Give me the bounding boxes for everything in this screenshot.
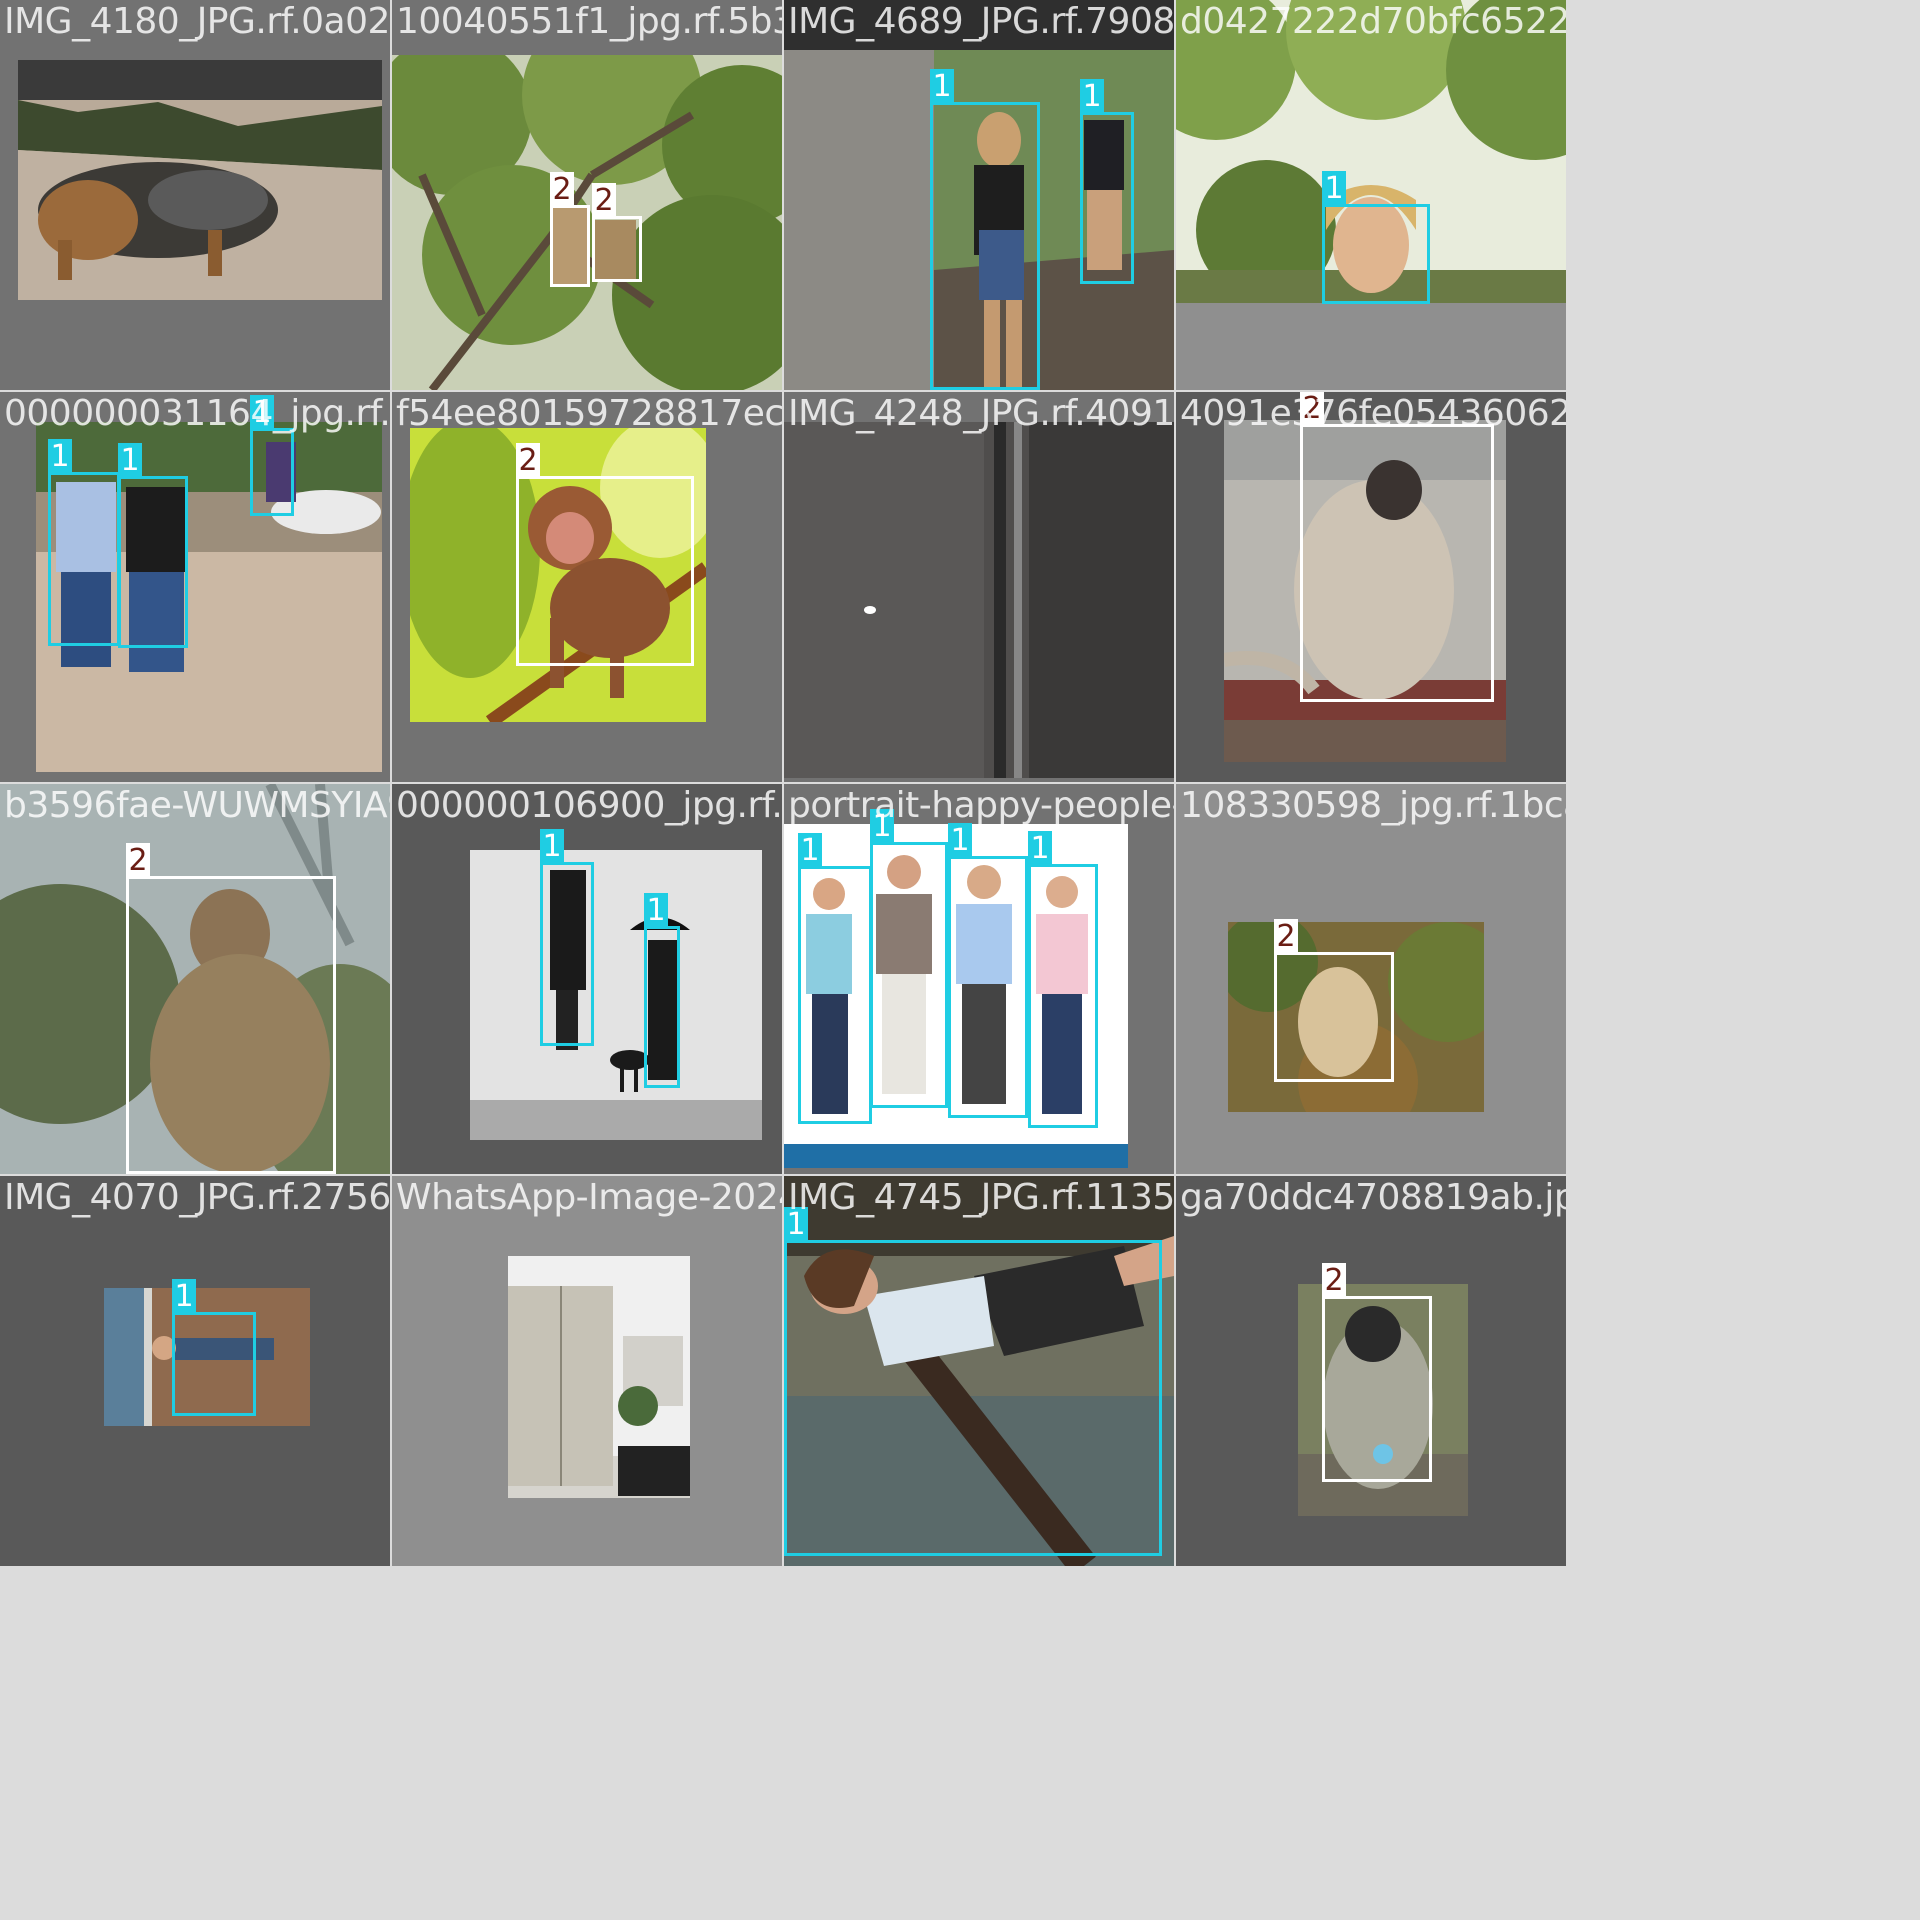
- tile-11: 1 1 1 1 portrait-happy-people-walking-wh…: [784, 784, 1174, 1174]
- tile-15: 1 IMG_4745_JPG.rf.1135df4ca070ddc4708819…: [784, 1176, 1174, 1566]
- bounding-box: 2: [550, 172, 590, 287]
- tile-filename: IMG_4745_JPG.rf.1135df4ca070ddc4708819ab: [788, 1177, 1174, 1218]
- bounding-box: 1: [948, 823, 1028, 1118]
- dog-photo: [18, 60, 382, 300]
- tile-filename: 4091e376fe05436062a6c4452cd2: [1180, 393, 1566, 434]
- tile-9: 2 b3596fae-WUWMSYIA96LR.jpg: [0, 784, 390, 1174]
- class-label: 1: [172, 1279, 196, 1315]
- class-label: 2: [1322, 1263, 1346, 1299]
- tile-filename: IMG_4070_JPG.rf.2756d037b4d3441f8446: [4, 1177, 390, 1218]
- cabinet-photo: [508, 1256, 690, 1498]
- bounding-box: 1: [48, 439, 120, 646]
- class-label: 1: [644, 893, 668, 929]
- bounding-box: 1: [798, 833, 872, 1124]
- snow-photo: [470, 850, 762, 1140]
- class-label: 1: [930, 69, 954, 105]
- class-label: 1: [540, 829, 564, 865]
- tile-1: IMG_4180_JPG.rf.0a021faa810d0525fa9defb5…: [0, 0, 390, 390]
- bounding-box: 2: [592, 183, 642, 282]
- bounding-box: 2: [516, 443, 694, 666]
- class-label: 1: [948, 823, 972, 859]
- class-label: 1: [1080, 79, 1104, 115]
- tile-filename: WhatsApp-Image-2024-12-30-at-10.44.08-2: [396, 1177, 782, 1218]
- tile-8: 2 4091e376fe05436062a6c4452cd2: [1176, 392, 1566, 782]
- class-label: 2: [550, 172, 574, 208]
- tile-filename: portrait-happy-people-walking-white-back: [788, 785, 1174, 826]
- tile-filename: 108330598_jpg.rf.1bcafade0: [1180, 785, 1566, 826]
- tile-2: 2 2 10040551f1_jpg.rf.5b316e49c5e8d6f993…: [392, 0, 782, 390]
- bounding-box: 1: [540, 829, 594, 1046]
- tile-7: IMG_4248_JPG.rf.4091e376fe05436062a6c445…: [784, 392, 1174, 782]
- bounding-box: 1: [1028, 831, 1098, 1128]
- tile-4: 1 d0427222d70bfc6522c4f: [1176, 0, 1566, 390]
- tile-filename: IMG_4180_JPG.rf.0a021faa810d0525fa9defb5…: [4, 1, 390, 42]
- bounding-box: 1: [250, 395, 294, 516]
- tile-filename: 10040551f1_jpg.rf.5b316e49c5e8d6f993b9c: [396, 1, 782, 42]
- tile-filename: f54ee80159728817ec62M4KJYPJB.jpg: [396, 393, 782, 434]
- bounding-box: 1: [1322, 171, 1430, 304]
- bounding-box: 2: [126, 843, 336, 1174]
- tile-filename: IMG_4248_JPG.rf.4091e376fe05436062a6c445…: [788, 393, 1174, 434]
- tile-filename: 000000106900_jpg.rf.871d1874074513996a84: [396, 785, 782, 826]
- bounding-box: 1: [644, 893, 680, 1088]
- bounding-box: 1: [784, 1207, 1162, 1556]
- class-label: 1: [798, 833, 822, 869]
- class-label: 2: [1274, 919, 1298, 955]
- bounding-box: 2: [1274, 919, 1394, 1082]
- bounding-box: 2: [1300, 392, 1494, 702]
- class-label: 2: [516, 443, 540, 479]
- class-label: 2: [592, 183, 616, 219]
- tile-3: 1 1 IMG_4689_JPG.rf.7908850d0427222d70bf…: [784, 0, 1174, 390]
- class-label: 1: [1028, 831, 1052, 867]
- bounding-box: 2: [1322, 1263, 1432, 1482]
- tile-12: 2 108330598_jpg.rf.1bcafade0: [1176, 784, 1566, 1174]
- class-label: 1: [48, 439, 72, 475]
- tile-14: WhatsApp-Image-2024-12-30-at-10.44.08-2: [392, 1176, 782, 1566]
- bounding-box: 1: [118, 443, 188, 648]
- tile-filename: 000000031164_jpg.rf.f54ee80159728817ec62…: [4, 393, 390, 434]
- tile-16: 2 ga70ddc4708819ab.jpg.rf.ff71f1b: [1176, 1176, 1566, 1566]
- image-mosaic: IMG_4180_JPG.rf.0a021faa810d0525fa9defb5…: [0, 0, 1920, 1920]
- tile-5: 1 1 1 000000031164_jpg.rf.f54ee801597288…: [0, 392, 390, 782]
- tile-filename: ga70ddc4708819ab.jpg.rf.ff71f1b: [1180, 1177, 1566, 1218]
- bounding-box: 1: [930, 69, 1040, 390]
- tile-13: 1 IMG_4070_JPG.rf.2756d037b4d3441f8446: [0, 1176, 390, 1566]
- bounding-box: 1: [870, 809, 948, 1108]
- class-label: 2: [126, 843, 150, 879]
- class-label: 1: [1322, 171, 1346, 207]
- tile-filename: b3596fae-WUWMSYIA96LR.jpg: [4, 785, 390, 826]
- bounding-box: 1: [172, 1279, 256, 1416]
- bounding-box: 1: [1080, 79, 1134, 284]
- tile-10: 1 1 000000106900_jpg.rf.871d187407451399…: [392, 784, 782, 1174]
- dark-wall-photo: [784, 422, 1174, 778]
- tile-6: 2 f54ee80159728817ec62M4KJYPJB.jpg: [392, 392, 782, 782]
- tile-filename: d0427222d70bfc6522c4f: [1180, 1, 1566, 42]
- tile-filename: IMG_4689_JPG.rf.7908850d0427222d70bfc652…: [788, 1, 1174, 42]
- class-label: 1: [118, 443, 142, 479]
